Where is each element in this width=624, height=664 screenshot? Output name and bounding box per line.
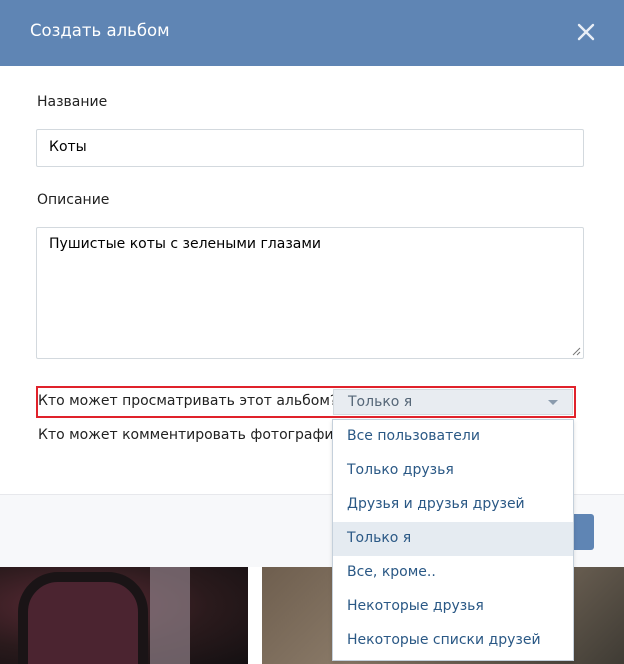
close-icon <box>577 23 595 41</box>
description-label: Описание <box>37 192 110 208</box>
view-privacy-label: Кто может просматривать этот альбом? <box>38 393 338 409</box>
dropdown-option[interactable]: Все, кроме.. <box>333 556 573 590</box>
album-description-textarea[interactable]: Пушистые коты с зелеными глазами <box>36 227 584 359</box>
album-photo <box>0 566 248 664</box>
album-name-value: Коты <box>49 139 87 155</box>
dropdown-option[interactable]: Все пользователи <box>333 420 573 454</box>
album-description-value: Пушистые коты с зелеными глазами <box>49 236 322 252</box>
comment-privacy-label: Кто может комментировать фотографии? <box>38 427 351 443</box>
view-privacy-select[interactable]: Только я <box>333 389 573 415</box>
close-button[interactable] <box>574 20 598 44</box>
dropdown-option[interactable]: Только друзья <box>333 454 573 488</box>
view-privacy-selected: Только я <box>348 394 413 410</box>
dialog-header: Создать альбом <box>0 0 624 66</box>
name-label: Название <box>37 94 108 110</box>
resize-grip-icon[interactable] <box>572 347 581 356</box>
dropdown-option[interactable]: Друзья и друзья друзей <box>333 488 573 522</box>
dropdown-option[interactable]: Некоторые списки друзей <box>333 624 573 658</box>
dialog-title: Создать альбом <box>30 21 170 40</box>
dropdown-option-selected[interactable]: Только я <box>333 522 573 556</box>
album-name-input[interactable]: Коты <box>36 129 584 167</box>
privacy-dropdown: Все пользователи Только друзья Друзья и … <box>332 419 574 661</box>
dropdown-option[interactable]: Некоторые друзья <box>333 590 573 624</box>
chevron-down-icon <box>548 400 558 405</box>
